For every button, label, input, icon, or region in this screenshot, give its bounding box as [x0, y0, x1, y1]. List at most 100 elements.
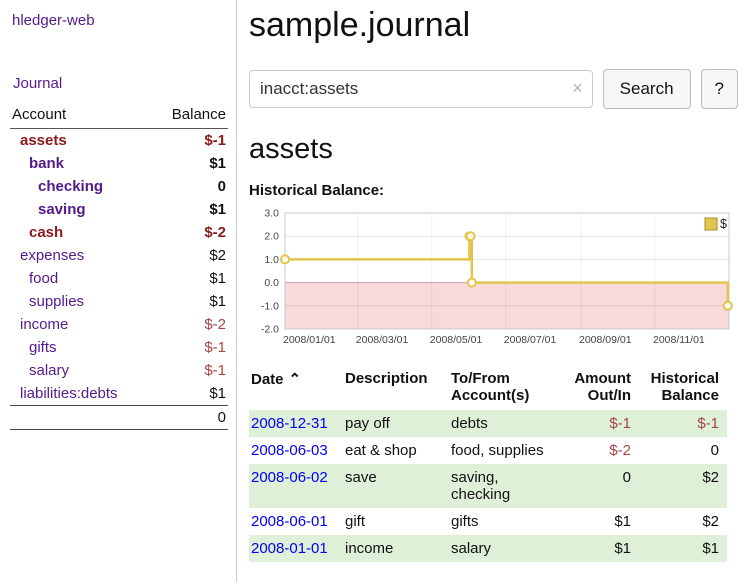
svg-text:2008/05/01: 2008/05/01	[430, 334, 483, 346]
svg-text:-2.0: -2.0	[261, 324, 279, 336]
sidebar-account-expenses[interactable]: expenses	[20, 247, 84, 264]
register-cell-description: income	[345, 535, 451, 562]
clear-search-icon[interactable]: ×	[572, 78, 583, 100]
account-row: liabilities:debts$1	[10, 382, 228, 406]
svg-text:2008/11/01: 2008/11/01	[653, 334, 705, 346]
register-header-historical-balance: Historical Balance	[639, 368, 727, 410]
register-cell-amount: $-2	[555, 437, 639, 464]
transaction-date-link[interactable]: 2008-06-01	[251, 513, 328, 530]
register-header-description: Description	[345, 368, 451, 410]
svg-text:2008/09/01: 2008/09/01	[579, 334, 632, 346]
register-row: 2008-01-01incomesalary$1$1	[249, 535, 727, 562]
data-point-marker	[281, 255, 289, 263]
account-balance: $1	[152, 152, 228, 175]
account-row: income $-2	[10, 313, 228, 336]
account-row: saving $1	[10, 198, 228, 221]
register-row: 2008-06-02savesaving, checking0$2	[249, 464, 727, 508]
account-row: cash $-2	[10, 221, 228, 244]
account-balance: $1	[152, 198, 228, 221]
register-cell-description: eat & shop	[345, 437, 451, 464]
svg-text:2008/01/01: 2008/01/01	[283, 334, 336, 346]
account-row: food $1	[10, 267, 228, 290]
account-balance: $-2	[152, 313, 228, 336]
balance-chart: 3.02.01.00.0-1.0-2.02008/01/012008/03/01…	[249, 205, 738, 356]
register-cell-description: gift	[345, 508, 451, 535]
sidebar-account-food[interactable]: food	[29, 270, 58, 287]
account-row: bank $1	[10, 152, 228, 175]
sidebar-account-supplies[interactable]: supplies	[29, 293, 84, 310]
sidebar-account-income[interactable]: income	[20, 316, 68, 333]
register-cell-accounts: gifts	[451, 508, 555, 535]
account-balance: 0	[152, 175, 228, 198]
sidebar-account-cash[interactable]: cash	[29, 224, 63, 241]
account-row: supplies $1	[10, 290, 228, 313]
transaction-date-link[interactable]: 2008-06-03	[251, 442, 328, 459]
data-point-marker	[724, 302, 732, 310]
account-heading: assets	[249, 133, 738, 166]
account-balance: $-1	[152, 336, 228, 359]
app-root: hledger-web Journal Account Balance asse…	[0, 0, 742, 582]
account-row: assets$-1	[10, 129, 228, 153]
register-header-label: Description	[345, 370, 428, 387]
register-header-label: Date	[251, 371, 284, 388]
sidebar-account-bank[interactable]: bank	[29, 155, 64, 172]
account-balance: $1	[152, 290, 228, 313]
register-cell-date: 2008-06-02	[249, 464, 345, 508]
main-content: sample.journal × Search ? assets Histori…	[237, 0, 742, 582]
register-cell-description: pay off	[345, 410, 451, 437]
transaction-date-link[interactable]: 2008-01-01	[251, 540, 328, 557]
account-row: gifts $-1	[10, 336, 228, 359]
account-row: expenses $2	[10, 244, 228, 267]
register-cell-balance: $2	[639, 508, 727, 535]
sidebar-account-gifts[interactable]: gifts	[29, 339, 57, 356]
transaction-date-link[interactable]: 2008-06-02	[251, 469, 328, 486]
help-button[interactable]: ?	[701, 69, 738, 109]
register-header-amount-out-in: Amount Out/In	[555, 368, 639, 410]
register-cell-accounts: debts	[451, 410, 555, 437]
register-cell-date: 2008-06-01	[249, 508, 345, 535]
register-header-label: Amount Out/In	[574, 370, 631, 404]
register-cell-balance: 0	[639, 437, 727, 464]
register-cell-balance: $2	[639, 464, 727, 508]
accounts-total-row: 0	[10, 406, 228, 430]
accounts-total-spacer	[10, 406, 152, 430]
accounts-table: Account Balance assets$-1bank$1checking0…	[10, 104, 228, 430]
accounts-header-row: Account Balance	[10, 104, 228, 129]
register-header-row: Date⌃DescriptionTo/From Account(s)Amount…	[249, 368, 727, 410]
svg-text:2.0: 2.0	[264, 231, 279, 243]
register-cell-amount: $1	[555, 508, 639, 535]
data-point-marker	[467, 232, 475, 240]
account-row: salary$-1	[10, 359, 228, 382]
register-cell-date: 2008-06-03	[249, 437, 345, 464]
register-cell-amount: $1	[555, 535, 639, 562]
register-cell-balance: $-1	[639, 410, 727, 437]
transaction-date-link[interactable]: 2008-12-31	[251, 415, 328, 432]
sidebar-account-liabilities-debts[interactable]: liabilities:debts	[20, 385, 118, 402]
search-input[interactable]	[249, 70, 593, 108]
chart-title: Historical Balance:	[249, 182, 738, 199]
register-cell-amount: 0	[555, 464, 639, 508]
svg-text:2008/03/01: 2008/03/01	[356, 334, 409, 346]
register-header-date[interactable]: Date⌃	[249, 368, 345, 410]
sidebar-account-checking[interactable]: checking	[38, 178, 103, 195]
account-balance: $2	[152, 244, 228, 267]
register-row: 2008-06-01 giftgifts$1$2	[249, 508, 727, 535]
account-balance: $1	[152, 267, 228, 290]
register-cell-date: 2008-01-01	[249, 535, 345, 562]
sidebar-journal-link[interactable]: Journal	[13, 75, 228, 92]
register-cell-amount: $-1	[555, 410, 639, 437]
accounts-header-account: Account	[10, 104, 152, 129]
legend-swatch	[705, 218, 717, 230]
app-title-link[interactable]: hledger-web	[12, 12, 228, 29]
register-row: 2008-12-31pay offdebts$-1$-1	[249, 410, 727, 437]
sidebar-account-assets[interactable]: assets	[20, 132, 67, 149]
svg-text:3.0: 3.0	[264, 208, 279, 220]
register-cell-accounts: food, supplies	[451, 437, 555, 464]
register-cell-balance: $1	[639, 535, 727, 562]
register-cell-date: 2008-12-31	[249, 410, 345, 437]
sidebar-account-saving[interactable]: saving	[38, 201, 86, 218]
search-button[interactable]: Search	[603, 69, 691, 109]
account-balance: $-2	[152, 221, 228, 244]
search-box: ×	[249, 70, 593, 108]
sidebar-account-salary[interactable]: salary	[29, 362, 69, 379]
